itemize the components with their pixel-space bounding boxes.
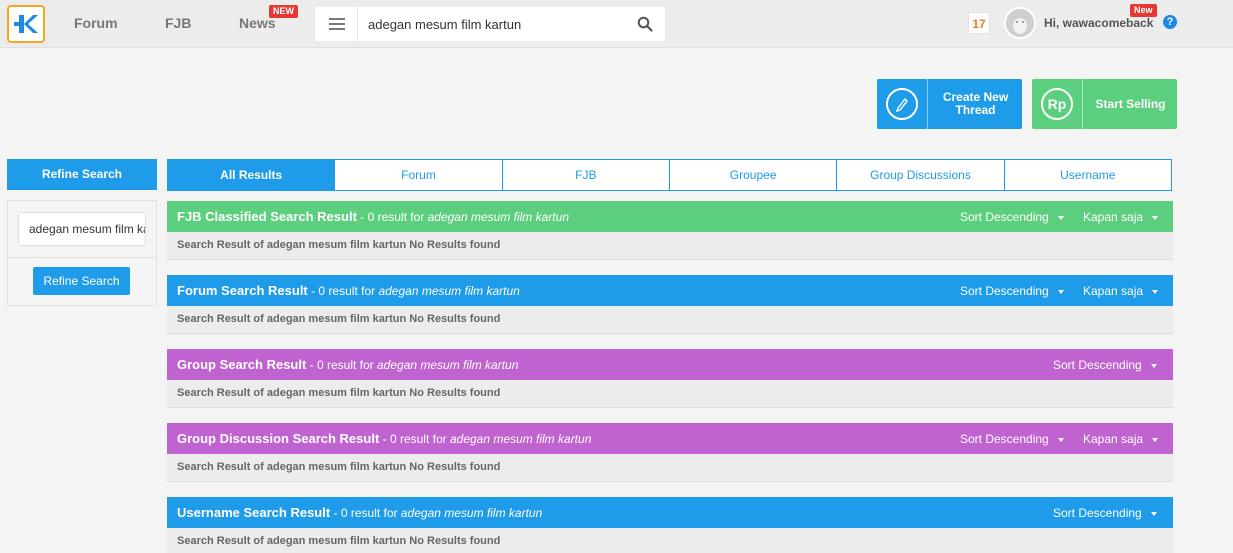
search-input[interactable]: adegan mesum film kartun xyxy=(368,17,521,32)
result-tabs: All Results Forum FJB Groupee Group Disc… xyxy=(167,159,1172,191)
notification-count[interactable]: 17 xyxy=(968,12,990,34)
tab-forum[interactable]: Forum xyxy=(335,159,503,191)
section-title: Group Discussion Search Result - 0 resul… xyxy=(177,431,592,446)
group-discussion-result-body: Search Result of adegan mesum film kartu… xyxy=(167,454,1173,482)
help-icon[interactable]: ? xyxy=(1163,15,1177,29)
tab-all-results[interactable]: All Results xyxy=(167,159,336,191)
group-result-body: Search Result of adegan mesum film kartu… xyxy=(167,380,1173,408)
forum-result-body: Search Result of adegan mesum film kartu… xyxy=(167,306,1173,334)
refine-search-panel: adegan mesum film kartun Refine Search xyxy=(7,200,157,306)
tab-username[interactable]: Username xyxy=(1004,159,1172,191)
username-result-body: Search Result of adegan mesum film kartu… xyxy=(167,528,1173,553)
time-dropdown[interactable]: Kapan saja xyxy=(1083,284,1159,298)
search-divider xyxy=(357,7,358,41)
tab-fjb[interactable]: FJB xyxy=(502,159,670,191)
start-selling-icon-wrap: Rp xyxy=(1032,79,1083,129)
fjb-result-header: FJB Classified Search Result - 0 result … xyxy=(167,201,1173,232)
sort-dropdown[interactable]: Sort Descending xyxy=(960,210,1064,224)
menu-icon[interactable] xyxy=(329,18,345,30)
search-icon[interactable] xyxy=(637,16,653,32)
create-thread-label: Create New Thread xyxy=(942,90,1009,117)
time-dropdown[interactable]: Kapan saja xyxy=(1083,210,1159,224)
tab-group-discussions[interactable]: Group Discussions xyxy=(837,159,1005,191)
kaskus-k-icon xyxy=(14,15,38,33)
section-title: Forum Search Result - 0 result for adega… xyxy=(177,283,520,298)
search-bar: adegan mesum film kartun xyxy=(315,7,665,41)
user-new-badge: New xyxy=(1130,4,1157,17)
tab-groupee[interactable]: Groupee xyxy=(669,159,838,191)
kaskus-logo[interactable] xyxy=(7,5,45,43)
refine-search-header: Refine Search xyxy=(7,159,157,190)
avatar[interactable] xyxy=(1004,7,1036,39)
top-navbar: Forum FJB News NEW adegan mesum film kar… xyxy=(0,0,1233,48)
create-thread-icon-wrap xyxy=(877,79,928,129)
time-dropdown[interactable]: Kapan saja xyxy=(1083,432,1159,446)
section-title: FJB Classified Search Result - 0 result … xyxy=(177,209,569,224)
pencil-icon xyxy=(886,88,918,120)
start-selling-label: Start Selling xyxy=(1095,96,1166,111)
fjb-result-body: Search Result of adegan mesum film kartu… xyxy=(167,232,1173,260)
nav-forum-link[interactable]: Forum xyxy=(74,15,118,31)
refine-search-button[interactable]: Refine Search xyxy=(33,267,130,295)
group-discussion-result-header: Group Discussion Search Result - 0 resul… xyxy=(167,423,1173,454)
create-thread-button[interactable]: Create New Thread xyxy=(877,79,1022,129)
forum-result-header: Forum Search Result - 0 result for adega… xyxy=(167,275,1173,306)
start-selling-button[interactable]: Rp Start Selling xyxy=(1032,79,1177,129)
sort-dropdown[interactable]: Sort Descending xyxy=(960,432,1064,446)
refine-divider xyxy=(8,257,156,258)
section-title: Group Search Result - 0 result for adega… xyxy=(177,357,519,372)
refine-search-input[interactable]: adegan mesum film kartun xyxy=(18,212,146,246)
group-result-header: Group Search Result - 0 result for adega… xyxy=(167,349,1173,380)
sort-dropdown[interactable]: Sort Descending xyxy=(1053,358,1157,372)
sort-dropdown[interactable]: Sort Descending xyxy=(1053,506,1157,520)
news-new-badge: NEW xyxy=(269,5,298,18)
username-result-header: Username Search Result - 0 result for ad… xyxy=(167,497,1173,528)
sort-dropdown[interactable]: Sort Descending xyxy=(960,284,1064,298)
user-greeting[interactable]: Hi, wawacomeback xyxy=(1044,16,1153,30)
user-avatar-icon xyxy=(1006,9,1034,37)
nav-fjb-link[interactable]: FJB xyxy=(165,15,191,31)
rupiah-icon: Rp xyxy=(1041,88,1073,120)
section-title: Username Search Result - 0 result for ad… xyxy=(177,505,543,520)
